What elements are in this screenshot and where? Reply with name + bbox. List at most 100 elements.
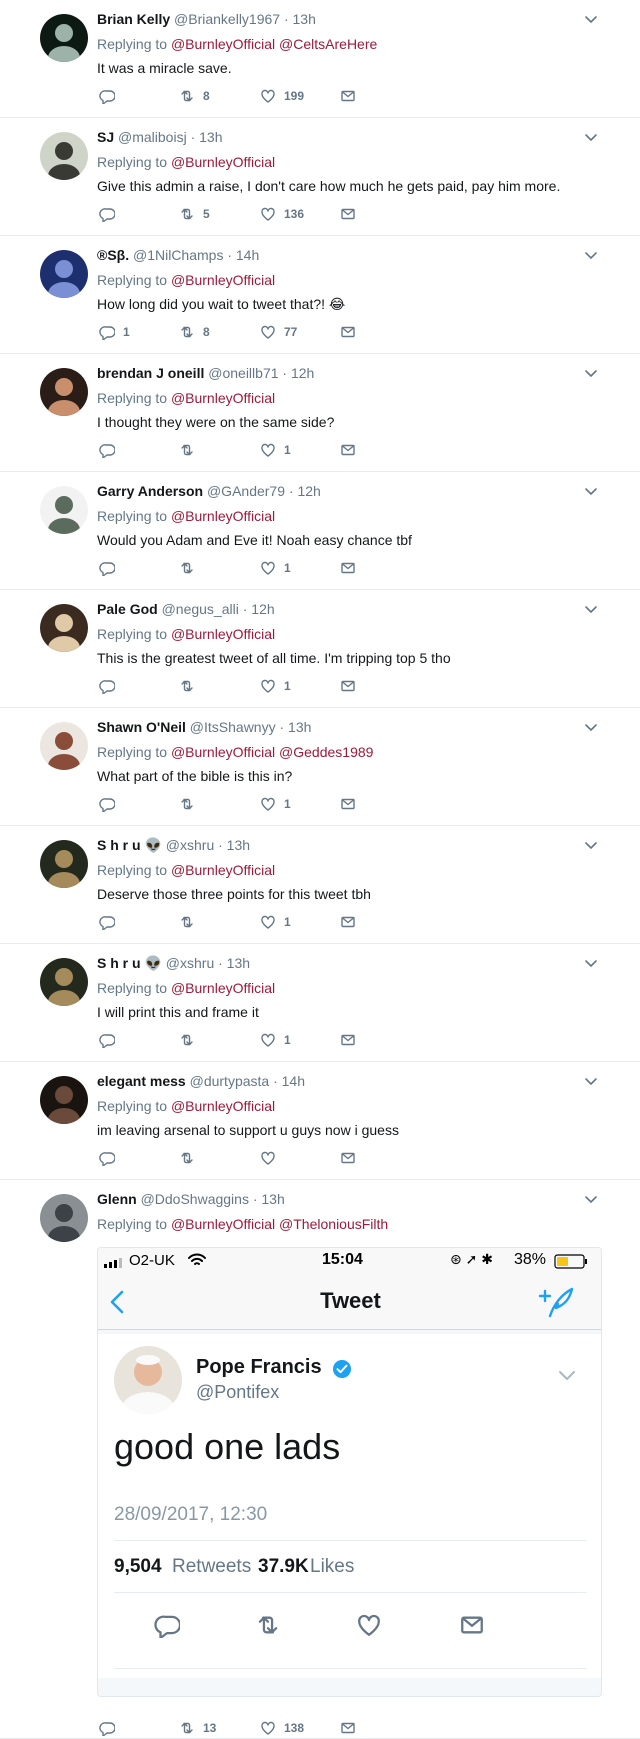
retweet-icon[interactable] <box>254 1612 282 1638</box>
handle-and-time[interactable]: @1NilChamps · 14h <box>133 247 259 263</box>
display-name[interactable]: Pale God <box>97 601 158 617</box>
mention-link[interactable]: @Geddes1989 <box>279 744 373 760</box>
avatar[interactable] <box>40 14 88 62</box>
like-button[interactable]: 77 <box>260 322 297 342</box>
reply-button[interactable] <box>99 440 123 460</box>
tweet-reply[interactable]: S h r u 👽 @xshru · 13h Replying to @Burn… <box>0 826 640 944</box>
mention-link[interactable]: @BurnleyOfficial <box>171 980 275 996</box>
tweet-reply[interactable]: Garry Anderson @GAnder79 · 12h Replying … <box>0 472 640 590</box>
retweet-button[interactable] <box>179 440 203 460</box>
handle-and-time[interactable]: @oneillb71 · 12h <box>208 365 314 381</box>
retweet-button[interactable]: 5 <box>179 204 210 224</box>
avatar[interactable] <box>40 958 88 1006</box>
chevron-down-icon[interactable] <box>584 1074 598 1088</box>
reply-button[interactable] <box>99 794 123 814</box>
avatar[interactable] <box>40 604 88 652</box>
avatar[interactable] <box>40 250 88 298</box>
direct-message-button[interactable] <box>340 1148 364 1168</box>
reply-button[interactable] <box>99 558 123 578</box>
compose-tweet-icon[interactable] <box>538 1286 574 1318</box>
like-button[interactable]: 138 <box>260 1718 304 1738</box>
chevron-down-icon[interactable] <box>584 602 598 616</box>
like-button[interactable]: 1 <box>260 676 291 696</box>
tweet-reply[interactable]: Pale God @negus_alli · 12h Replying to @… <box>0 590 640 708</box>
display-name[interactable]: S h r u 👽 <box>97 837 162 853</box>
retweet-button[interactable]: 8 <box>179 86 210 106</box>
display-name[interactable]: Glenn <box>97 1191 137 1207</box>
handle-and-time[interactable]: @durtypasta · 14h <box>190 1073 305 1089</box>
chevron-down-icon[interactable] <box>584 12 598 26</box>
mention-link[interactable]: @BurnleyOfficial <box>171 1098 275 1114</box>
like-button[interactable]: 1 <box>260 558 291 578</box>
avatar[interactable] <box>40 132 88 180</box>
handle-and-time[interactable]: @Briankelly1967 · 13h <box>174 11 316 27</box>
handle-and-time[interactable]: @GAnder79 · 12h <box>207 483 321 499</box>
mention-link[interactable]: @BurnleyOfficial <box>171 862 275 878</box>
chevron-down-icon[interactable] <box>584 130 598 144</box>
direct-message-button[interactable] <box>340 86 364 106</box>
direct-message-button[interactable] <box>340 322 364 342</box>
retweet-button[interactable] <box>179 794 203 814</box>
display-name[interactable]: S h r u 👽 <box>97 955 162 971</box>
reply-button[interactable] <box>99 1148 123 1168</box>
retweet-button[interactable]: 8 <box>179 322 210 342</box>
tweet-reply[interactable]: Shawn O'Neil @ItsShawnyy · 13h Replying … <box>0 708 640 826</box>
embedded-image[interactable]: O2-UK 15:04 ⊛ ➚ ✱ 38% Tweet Pope Francis… <box>97 1247 602 1697</box>
handle-and-time[interactable]: @negus_alli · 12h <box>162 601 275 617</box>
direct-message-button[interactable] <box>340 1030 364 1050</box>
mention-link[interactable]: @TheloniousFilth <box>279 1216 388 1232</box>
retweet-button[interactable]: 13 <box>179 1718 216 1738</box>
like-button[interactable] <box>260 1148 284 1168</box>
retweet-button[interactable] <box>179 912 203 932</box>
reply-button[interactable] <box>99 676 123 696</box>
tweet-reply[interactable]: elegant mess @durtypasta · 14h Replying … <box>0 1062 640 1180</box>
heart-icon[interactable] <box>356 1612 382 1638</box>
chevron-down-icon[interactable] <box>584 1192 598 1206</box>
reply-button[interactable] <box>99 912 123 932</box>
reply-icon[interactable] <box>154 1612 180 1638</box>
tweet-reply[interactable]: ®Sβ. @1NilChamps · 14h Replying to @Burn… <box>0 236 640 354</box>
like-button[interactable]: 136 <box>260 204 304 224</box>
tweet-reply[interactable]: brendan J oneill @oneillb71 · 12h Replyi… <box>0 354 640 472</box>
reply-button[interactable] <box>99 204 123 224</box>
avatar[interactable] <box>40 722 88 770</box>
chevron-down-icon[interactable] <box>584 720 598 734</box>
display-name[interactable]: Brian Kelly <box>97 11 170 27</box>
display-name[interactable]: ®Sβ. <box>97 247 129 263</box>
chevron-down-icon[interactable] <box>584 484 598 498</box>
like-button[interactable]: 1 <box>260 1030 291 1050</box>
mention-link[interactable]: @BurnleyOfficial <box>171 626 275 642</box>
handle-and-time[interactable]: @xshru · 13h <box>166 837 250 853</box>
direct-message-button[interactable] <box>340 204 364 224</box>
avatar[interactable] <box>40 1076 88 1124</box>
like-button[interactable]: 1 <box>260 440 291 460</box>
retweet-button[interactable] <box>179 558 203 578</box>
retweet-button[interactable] <box>179 676 203 696</box>
direct-message-button[interactable] <box>340 558 364 578</box>
mention-link[interactable]: @BurnleyOfficial <box>171 390 275 406</box>
retweet-button[interactable] <box>179 1148 203 1168</box>
reply-button[interactable] <box>99 1718 123 1738</box>
mention-link[interactable]: @BurnleyOfficial <box>171 272 275 288</box>
chevron-down-icon[interactable] <box>584 838 598 852</box>
display-name[interactable]: SJ <box>97 129 114 145</box>
chevron-down-icon[interactable] <box>584 956 598 970</box>
like-button[interactable]: 199 <box>260 86 304 106</box>
chevron-down-icon[interactable] <box>558 1370 576 1382</box>
display-name[interactable]: Garry Anderson <box>97 483 203 499</box>
like-button[interactable]: 1 <box>260 794 291 814</box>
tweet-reply[interactable]: Brian Kelly @Briankelly1967 · 13h Replyi… <box>0 0 640 118</box>
avatar[interactable] <box>40 1194 88 1242</box>
direct-message-button[interactable] <box>340 676 364 696</box>
direct-message-button[interactable] <box>340 912 364 932</box>
mention-link[interactable]: @BurnleyOfficial <box>171 154 275 170</box>
handle-and-time[interactable]: @DdoShwaggins · 13h <box>141 1191 285 1207</box>
avatar[interactable] <box>40 368 88 416</box>
handle-and-time[interactable]: @maliboisj · 13h <box>118 129 222 145</box>
like-button[interactable]: 1 <box>260 912 291 932</box>
tweet-reply[interactable]: SJ @maliboisj · 13h Replying to @Burnley… <box>0 118 640 236</box>
avatar[interactable] <box>40 840 88 888</box>
tweet-reply[interactable]: S h r u 👽 @xshru · 13h Replying to @Burn… <box>0 944 640 1062</box>
mention-link[interactable]: @CeltsAreHere <box>279 36 377 52</box>
display-name[interactable]: Shawn O'Neil <box>97 719 186 735</box>
